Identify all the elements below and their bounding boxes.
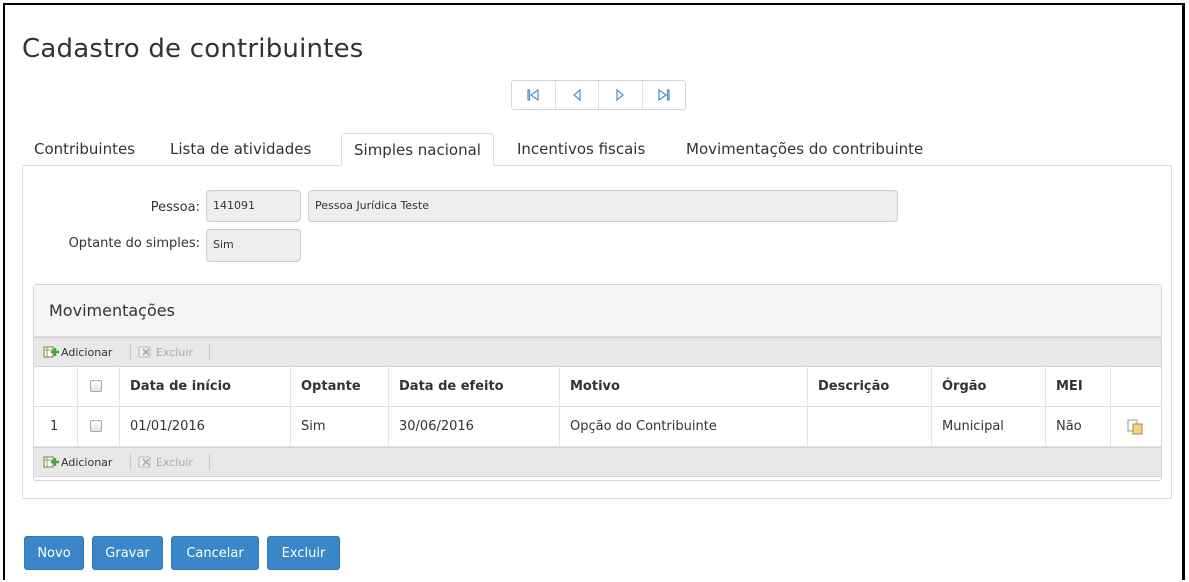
- delete-row-label: Excluir: [156, 345, 193, 359]
- delete-icon: [138, 456, 151, 468]
- tab-lista-de-atividades[interactable]: Lista de atividades: [158, 133, 323, 165]
- tab-incentivos-fiscais[interactable]: Incentivos fiscais: [505, 133, 657, 165]
- grid-toolbar-top: Adicionar Excluir: [34, 337, 1161, 367]
- add-icon: [43, 346, 59, 358]
- first-record-button[interactable]: [512, 81, 556, 109]
- novo-button[interactable]: Novo: [24, 536, 84, 570]
- first-icon: [527, 88, 539, 102]
- cell-motivo: Opção do Contribuinte: [559, 407, 807, 447]
- add-icon: [43, 456, 59, 468]
- pessoa-name-field[interactable]: Pessoa Jurídica Teste: [308, 190, 898, 222]
- pessoa-code-field[interactable]: 141091: [206, 190, 301, 222]
- col-optante[interactable]: Optante: [290, 367, 388, 407]
- copy-icon[interactable]: [1127, 419, 1143, 435]
- tab-bar: Contribuintes Lista de atividades Simple…: [22, 133, 1172, 166]
- cancelar-button[interactable]: Cancelar: [171, 536, 259, 570]
- cell-mei: Não: [1045, 407, 1110, 447]
- cell-optante: Sim: [290, 407, 388, 447]
- col-descricao[interactable]: Descrição: [807, 367, 931, 407]
- add-row-label: Adicionar: [61, 455, 113, 469]
- delete-row-button-bottom[interactable]: Excluir: [138, 455, 193, 469]
- movimentacoes-title: Movimentações: [49, 301, 175, 320]
- optante-field[interactable]: Sim: [206, 229, 301, 262]
- tab-simples-nacional[interactable]: Simples nacional: [341, 133, 494, 166]
- gravar-button[interactable]: Gravar: [92, 536, 163, 570]
- grid-toolbar-bottom: Adicionar Excluir: [34, 447, 1161, 477]
- cell-descricao: [807, 407, 931, 447]
- delete-row-label: Excluir: [156, 455, 193, 469]
- pessoa-label: Pessoa:: [150, 200, 200, 215]
- row-number-header: [34, 367, 77, 407]
- toolbar-divider: [130, 344, 131, 360]
- movimentacoes-header: Movimentações: [34, 285, 1161, 337]
- col-actions: [1110, 367, 1162, 407]
- toolbar-divider: [209, 454, 210, 470]
- col-data-inicio[interactable]: Data de início: [119, 367, 290, 407]
- add-row-button-top[interactable]: Adicionar: [43, 345, 112, 359]
- toolbar-divider: [130, 454, 131, 470]
- last-icon: [658, 88, 670, 102]
- excluir-button[interactable]: Excluir: [267, 536, 340, 570]
- cell-data-inicio: 01/01/2016: [119, 407, 290, 447]
- page-title: Cadastro de contribuintes: [22, 34, 364, 64]
- row-select-cell: [77, 407, 119, 447]
- cell-orgao: Municipal: [931, 407, 1045, 447]
- last-record-button[interactable]: [643, 81, 686, 109]
- toolbar-divider: [209, 344, 210, 360]
- row-number: 1: [50, 419, 59, 434]
- add-row-label: Adicionar: [61, 345, 113, 359]
- row-select-checkbox[interactable]: [90, 420, 102, 432]
- add-row-button-bottom[interactable]: Adicionar: [43, 455, 112, 469]
- cell-data-efeito: 30/06/2016: [388, 407, 559, 447]
- col-motivo[interactable]: Motivo: [559, 367, 807, 407]
- col-data-efeito[interactable]: Data de efeito: [388, 367, 559, 407]
- select-all-cell: [77, 367, 119, 407]
- previous-icon: [572, 88, 581, 102]
- col-orgao[interactable]: Órgão: [931, 367, 1045, 407]
- next-record-button[interactable]: [599, 81, 643, 109]
- tab-contribuintes[interactable]: Contribuintes: [22, 133, 147, 165]
- movimentacoes-panel: Movimentações Adicionar Excluir Data de …: [33, 284, 1162, 481]
- col-mei[interactable]: MEI: [1045, 367, 1110, 407]
- previous-record-button[interactable]: [556, 81, 599, 109]
- delete-icon: [138, 346, 151, 358]
- grid-header-row: Data de início Optante Data de efeito Mo…: [34, 367, 1161, 407]
- row-action-cell: [1110, 407, 1162, 447]
- tab-movimentacoes-do-contribuinte[interactable]: Movimentações do contribuinte: [674, 133, 935, 165]
- table-row[interactable]: 1 01/01/2016 Sim 30/06/2016 Opção do Con…: [34, 407, 1161, 447]
- next-icon: [616, 88, 625, 102]
- optante-label: Optante do simples:: [68, 236, 200, 251]
- record-navigator: [511, 80, 686, 110]
- delete-row-button-top[interactable]: Excluir: [138, 345, 193, 359]
- select-all-checkbox[interactable]: [90, 380, 102, 392]
